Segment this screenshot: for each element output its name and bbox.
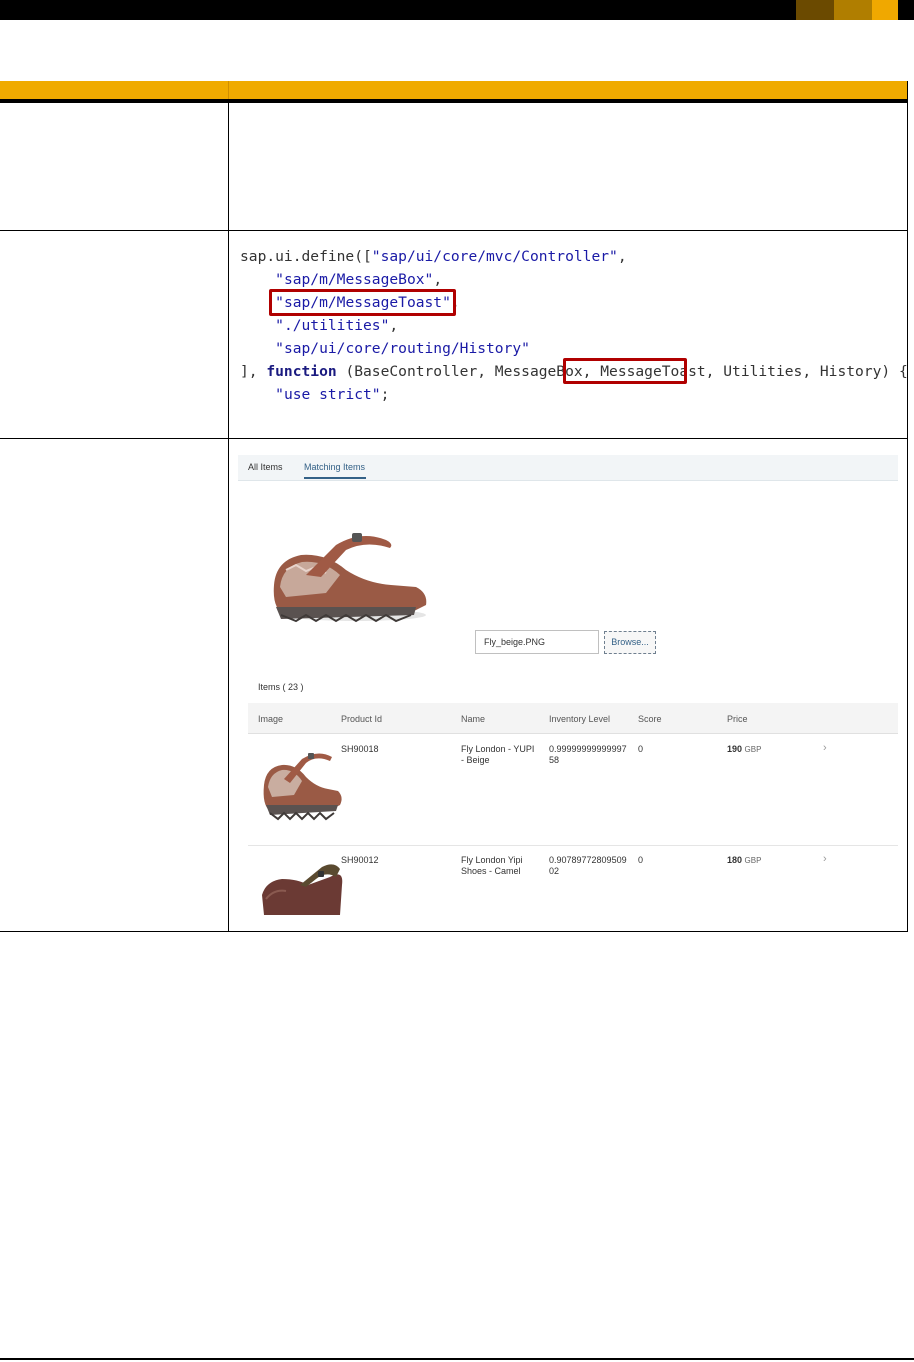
- table-row-separator: [0, 438, 908, 439]
- code-token: "sap/m/MessageBox": [275, 271, 434, 288]
- row1-price-currency: GBP: [744, 745, 762, 754]
- file-name-field[interactable]: Fly_beige.PNG: [475, 630, 599, 654]
- shoe-preview-image: [273, 533, 427, 623]
- chevron-right-icon[interactable]: ›: [823, 853, 827, 865]
- code-token: "sap/ui/core/routing/History": [275, 340, 530, 357]
- tab-all-items[interactable]: All Items: [248, 462, 283, 472]
- code-token: ;: [380, 386, 390, 403]
- col-price: Price: [727, 714, 748, 724]
- row2-price-currency: GBP: [744, 856, 762, 865]
- items-count-title: Items ( 23 ): [258, 682, 304, 692]
- row2-name-line1: Fly London Yipi: [461, 855, 523, 865]
- code-token: "./utilities": [275, 317, 390, 334]
- code-token: ,: [433, 271, 443, 288]
- code-line: "use strict";: [240, 383, 900, 406]
- table-header: [0, 81, 908, 99]
- code-token: ],: [240, 363, 267, 380]
- row-shoe-image: [262, 864, 343, 915]
- code-token: function: [266, 363, 337, 380]
- row2-inventory-line2: 02: [549, 866, 560, 876]
- page-header-bar: [0, 0, 914, 20]
- row1-price: 190 GBP: [727, 744, 761, 755]
- app-screenshot: All Items Matching Items Fly_beige.PNG B…: [238, 455, 898, 915]
- table-header-divider: [228, 81, 229, 99]
- col-inventory: Inventory Level: [549, 714, 611, 724]
- table-header-rule: [0, 99, 908, 103]
- table-right-border: [907, 81, 908, 932]
- tab-active-indicator: [304, 477, 366, 479]
- row1-inventory-line1: 0.99999999999997: [549, 744, 627, 754]
- code-token: sap.ui.define([: [240, 248, 372, 265]
- table-bottom-border: [0, 931, 908, 932]
- col-product-id: Product Id: [341, 714, 383, 724]
- table-column-divider: [228, 103, 229, 932]
- col-image: Image: [258, 714, 284, 724]
- row1-name-line2: - Beige: [461, 755, 490, 765]
- tab-matching-items[interactable]: Matching Items: [304, 462, 365, 472]
- row1-name-line1: Fly London - YUPI: [461, 744, 535, 754]
- row2-product-id: SH90012: [341, 855, 379, 865]
- col-score: Score: [638, 714, 662, 724]
- row2-name-line2: Shoes - Camel: [461, 866, 521, 876]
- col-name: Name: [461, 714, 486, 724]
- code-line: "./utilities",: [240, 314, 900, 337]
- code-line: "sap/ui/core/routing/History": [240, 337, 900, 360]
- row1-score: 0: [638, 744, 644, 754]
- chevron-right-icon[interactable]: ›: [823, 742, 827, 754]
- code-token: ,: [617, 248, 627, 265]
- row-separator: [248, 845, 898, 846]
- highlight-box-messagetoast-param: [563, 358, 687, 384]
- row2-price-value: 180: [727, 855, 743, 865]
- tab-bar: All Items Matching Items: [238, 455, 898, 481]
- page-footer-rule: [0, 1358, 914, 1360]
- row1-inventory-line2: 58: [549, 755, 560, 765]
- row2-score: 0: [638, 855, 644, 865]
- header-accent-1: [796, 0, 834, 20]
- row2-price: 180 GBP: [727, 855, 761, 866]
- code-token: "use strict": [275, 386, 381, 403]
- code-token: "sap/ui/core/mvc/Controller": [371, 248, 618, 265]
- header-accent-2: [834, 0, 872, 20]
- row-shoe-image: [263, 753, 342, 821]
- code-line: "sap/m/MessageBox",: [240, 268, 900, 291]
- row2-inventory-line1: 0.90789772809509: [549, 855, 627, 865]
- items-table-header: Image Product Id Name Inventory Level Sc…: [248, 703, 898, 734]
- header-accent-3: [872, 0, 898, 20]
- code-line: sap.ui.define(["sap/ui/core/mvc/Controll…: [240, 245, 900, 268]
- highlight-box-messagetoast-import: [269, 289, 456, 316]
- browse-button[interactable]: Browse...: [604, 631, 656, 654]
- row1-product-id: SH90018: [341, 744, 379, 754]
- row1-price-value: 190: [727, 744, 743, 754]
- code-token: ,: [389, 317, 399, 334]
- table-row-separator: [0, 230, 908, 231]
